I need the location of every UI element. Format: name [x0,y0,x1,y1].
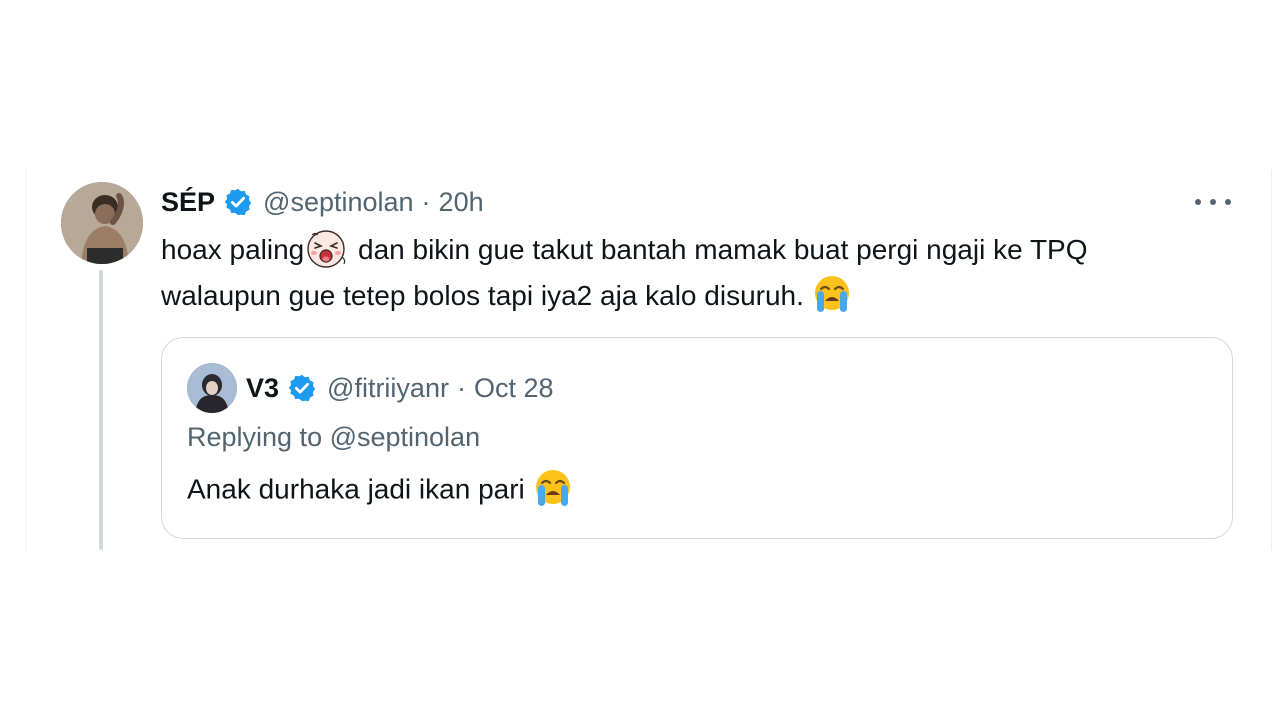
quoted-tweet-text: Anak durhaka jadi ikan pari [187,470,573,511]
quoted-author-display-name[interactable]: V3 [246,373,279,404]
more-dot [1225,199,1231,205]
tweet-text: hoax paling dan bikin gue takut bantah m… [161,228,1231,318]
quoted-tweet-date[interactable]: Oct 28 [474,373,554,404]
author-handle[interactable]: @septinolan [263,187,414,218]
quoted-tweet-text-segment: Anak durhaka jadi ikan pari [187,473,533,505]
quoted-author-handle[interactable]: @fitriiyanr [327,373,449,404]
screenshot-canvas: SÉP @septinolan · 20h hoax paling dan bi… [0,0,1280,720]
tweet-text-segment: walaupun gue tetep bolos tapi iya2 aja k… [161,279,812,311]
meta-separator: · [421,186,431,217]
replying-to-label: Replying to @septinolan [187,422,481,452]
author-avatar[interactable] [61,182,143,264]
tweet-text-segment: hoax paling [161,234,305,265]
author-display-name[interactable]: SÉP [161,187,215,218]
verified-badge-icon [288,374,316,402]
loudly-crying-face-emoji-icon [535,470,570,506]
loudly-crying-face-emoji-icon [814,276,849,313]
tweet-text-segment: dan bikin gue takut bantah mamak buat pe… [350,234,1088,265]
avatar-photo-icon [61,182,143,264]
quoted-tweet-card[interactable]: V3 @fitriiyanr · Oct 28 Replying to @sep… [161,337,1233,539]
tweet-card[interactable]: SÉP @septinolan · 20h hoax paling dan bi… [26,170,1272,550]
tweet-text-line-2: walaupun gue tetep bolos tapi iya2 aja k… [161,274,1231,318]
more-dot [1210,199,1216,205]
laughing-crying-sticker-emoji-icon [307,229,346,268]
verified-badge-icon [224,188,252,216]
quoted-tweet-header: V3 @fitriiyanr · Oct 28 [246,368,554,408]
more-dot [1195,199,1201,205]
tweet-header: SÉP @septinolan · 20h [161,184,484,220]
avatar-photo-icon [187,363,237,413]
thread-connector-line [99,270,103,550]
tweet-timestamp[interactable]: 20h [439,187,484,218]
meta-separator: · [456,372,466,403]
more-horizontal-icon[interactable] [1195,188,1231,216]
tweet-text-line-1: hoax paling dan bikin gue takut bantah m… [161,228,1231,274]
quoted-author-avatar[interactable] [187,363,237,413]
